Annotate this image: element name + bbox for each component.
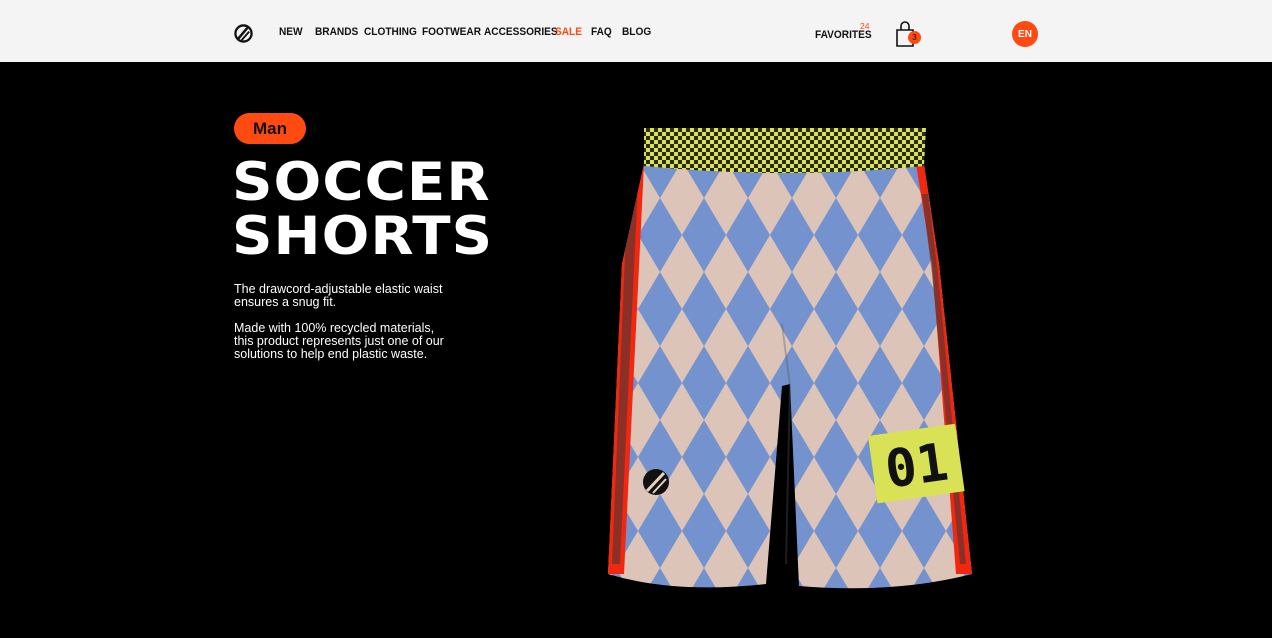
nav-item-blog[interactable]: BLOG [622,26,651,38]
category-tag[interactable]: Man [234,113,306,144]
title-line-2: SHORTS [232,206,494,267]
description-paragraph-2: Made with 100% recycled materials, this … [234,321,444,361]
product-description: The drawcord-adjustable elastic waist en… [234,283,444,374]
nav-item-accessories[interactable]: ACCESSORIES [484,26,558,38]
nav-item-footwear[interactable]: FOOTWEAR [422,26,481,38]
nav-item-clothing[interactable]: CLOTHING [364,26,417,38]
nav-item-faq[interactable]: FAQ [591,26,612,38]
cart-count-badge: 3 [908,31,921,44]
title-line-1: SOCCER [232,152,491,213]
product-image-soccer-shorts: 01 [608,128,972,589]
page-title: SOCCER SHORTS [232,156,493,264]
shorts-number: 01 [882,432,952,500]
language-button[interactable]: EN [1012,21,1038,47]
shorts-logo-icon [643,469,669,495]
brand-logo-icon[interactable] [234,24,253,43]
nav-item-sale[interactable]: SALE [555,26,582,38]
site-header: NEW BRANDS CLOTHING FOOTWEAR ACCESSORIES… [0,0,1272,62]
nav-item-new[interactable]: NEW [279,26,303,38]
favorites-count: 24 [860,21,870,31]
description-paragraph-1: The drawcord-adjustable elastic waist en… [234,282,443,309]
nav-item-brands[interactable]: BRANDS [315,26,358,38]
